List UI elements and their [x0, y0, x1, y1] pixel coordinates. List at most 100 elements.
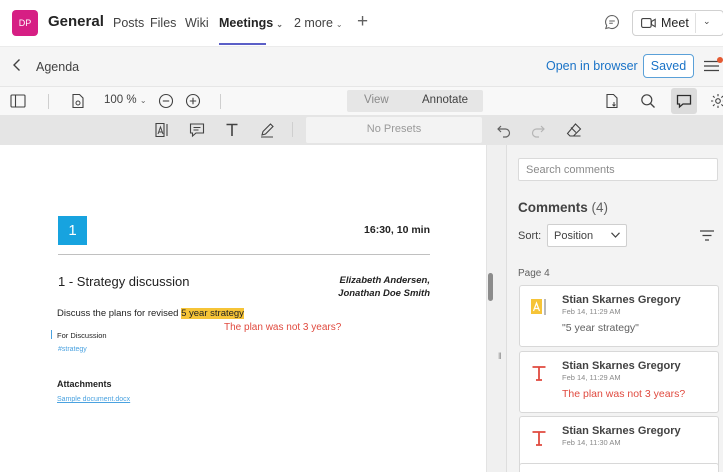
- presets-label: No Presets: [366, 123, 422, 135]
- notification-dot: [717, 57, 723, 63]
- free-text-annotation[interactable]: The plan was not 3 years?: [224, 322, 341, 333]
- eraser-icon[interactable]: [566, 122, 582, 138]
- team-name: General: [48, 13, 104, 30]
- active-tab-indicator: [219, 43, 266, 45]
- search-icon[interactable]: [640, 93, 656, 109]
- document-title: Agenda: [36, 60, 80, 74]
- zoom-in-icon[interactable]: [185, 93, 201, 109]
- agenda-item-time: 16:30, 10 min: [364, 224, 430, 236]
- panel-splitter[interactable]: [495, 145, 507, 472]
- app-header: DP General Posts Files Wiki Meetings ⌄ 2 …: [0, 0, 723, 45]
- page-settings-icon[interactable]: [70, 93, 86, 109]
- tab-more-label: 2 more: [294, 16, 333, 30]
- comment-card[interactable]: Stian Skarnes Gregory Feb 14, 11:29 AM T…: [519, 351, 719, 413]
- tag-link[interactable]: #strategy: [58, 346, 87, 353]
- agenda-item-number: 1: [58, 216, 87, 245]
- text-annotation-icon: [532, 366, 546, 381]
- agenda-item-purpose: For Discussion: [57, 331, 107, 340]
- comment-card[interactable]: Stian Skarnes Gregory Feb 14, 11:29 AM "…: [519, 285, 719, 347]
- chevron-down-icon: ⌄: [335, 20, 343, 29]
- comments-heading: Comments (4): [518, 200, 608, 215]
- viewer-toolbar: 100 % ⌄ View Annotate: [0, 86, 723, 115]
- highlight-icon: [531, 299, 546, 315]
- tab-more[interactable]: 2 more ⌄: [294, 16, 343, 30]
- redo-icon[interactable]: [530, 122, 546, 138]
- highlight-tool-icon[interactable]: [154, 122, 170, 138]
- tab-meetings[interactable]: Meetings ⌄: [219, 16, 283, 30]
- comment-text: "5 year strategy": [562, 322, 639, 334]
- comment-timestamp: Feb 14, 11:29 AM: [562, 307, 621, 316]
- gear-icon[interactable]: [710, 93, 723, 109]
- page-group-label: Page 4: [518, 268, 550, 279]
- view-mode-button[interactable]: View: [364, 94, 389, 106]
- presets-field[interactable]: No Presets: [306, 117, 482, 143]
- sort-value: Position: [554, 230, 594, 242]
- comment-author: Stian Skarnes Gregory: [562, 360, 681, 372]
- comments-title: Comments: [518, 200, 588, 215]
- open-in-browser-link[interactable]: Open in browser: [546, 59, 638, 73]
- document-scrollbar[interactable]: [486, 145, 495, 472]
- chevron-down-icon: ⌄: [276, 20, 283, 29]
- back-arrow-icon[interactable]: [10, 57, 24, 73]
- divider: [58, 254, 430, 255]
- attachments-heading: Attachments: [57, 379, 112, 389]
- meet-label: Meet: [661, 16, 689, 30]
- toolbar-divider: [48, 94, 49, 109]
- comment-icon: [676, 94, 692, 109]
- comment-search-input[interactable]: Search comments: [518, 158, 718, 181]
- chevron-down-icon: ⌄: [139, 96, 147, 105]
- download-document-icon[interactable]: [604, 93, 620, 109]
- text-tool-icon[interactable]: [224, 122, 240, 138]
- annotate-mode-button[interactable]: Annotate: [422, 94, 468, 106]
- meet-divider: [695, 13, 696, 33]
- toolbar-divider: [292, 122, 293, 137]
- add-tab-icon[interactable]: +: [357, 11, 368, 33]
- comment-timestamp: Feb 14, 11:30 AM: [562, 438, 621, 447]
- attachment-link[interactable]: Sample document.docx: [57, 396, 130, 403]
- filter-icon[interactable]: [700, 230, 714, 241]
- comments-panel-toggle[interactable]: [671, 88, 697, 114]
- meet-button[interactable]: Meet ⌄: [632, 10, 723, 36]
- sort-label: Sort:: [518, 230, 542, 242]
- agenda-item-title: 1 - Strategy discussion: [58, 274, 190, 289]
- tab-files[interactable]: Files: [150, 16, 176, 30]
- document-page: 1 16:30, 10 min 1 - Strategy discussion …: [0, 145, 486, 472]
- saved-button[interactable]: Saved: [643, 54, 694, 78]
- presenters: Elizabeth Andersen, Jonathan Doe Smith: [338, 274, 430, 300]
- sort-select[interactable]: Position: [547, 224, 627, 247]
- annotate-toolbar: No Presets: [0, 115, 723, 145]
- zoom-select[interactable]: 100 % ⌄: [104, 94, 147, 106]
- scrollbar-thumb[interactable]: [488, 273, 493, 301]
- undo-icon[interactable]: [496, 122, 512, 138]
- text-cursor: [51, 330, 52, 339]
- text-annotation-icon: [532, 431, 546, 446]
- chat-icon[interactable]: [604, 14, 620, 30]
- toolbar-divider: [220, 94, 221, 109]
- zoom-out-icon[interactable]: [158, 93, 174, 109]
- presenter-name: Jonathan Doe Smith: [338, 288, 430, 299]
- tab-wiki[interactable]: Wiki: [185, 16, 209, 30]
- comment-author: Stian Skarnes Gregory: [562, 294, 681, 306]
- comment-text: The plan was not 3 years?: [562, 388, 686, 400]
- comments-count: (4): [591, 200, 609, 215]
- comment-card[interactable]: [519, 463, 719, 472]
- search-placeholder: Search comments: [526, 164, 615, 176]
- description-text: Discuss the plans for revised: [57, 308, 182, 319]
- presenter-name: Elizabeth Andersen,: [339, 275, 430, 286]
- chevron-down-icon[interactable]: ⌄: [703, 16, 711, 27]
- splitter-grip-icon[interactable]: ‖: [498, 351, 502, 361]
- comment-author: Stian Skarnes Gregory: [562, 425, 681, 437]
- mode-switch: View Annotate: [347, 90, 483, 112]
- chevron-down-icon: [611, 232, 620, 238]
- comment-tool-icon[interactable]: [189, 122, 205, 138]
- team-avatar[interactable]: DP: [12, 10, 38, 36]
- comment-timestamp: Feb 14, 11:29 AM: [562, 373, 621, 382]
- sidebar-toggle-icon[interactable]: [10, 93, 26, 109]
- pen-tool-icon[interactable]: [259, 122, 275, 138]
- highlight-annotation[interactable]: 5 year strategy: [181, 308, 244, 319]
- comments-panel: Search comments Comments (4) Sort: Posit…: [507, 145, 723, 472]
- zoom-value: 100 %: [104, 94, 137, 106]
- tab-posts[interactable]: Posts: [113, 16, 144, 30]
- agenda-item-description: Discuss the plans for revised 5 year str…: [57, 308, 244, 319]
- document-bar: Agenda Open in browser Saved: [0, 46, 723, 86]
